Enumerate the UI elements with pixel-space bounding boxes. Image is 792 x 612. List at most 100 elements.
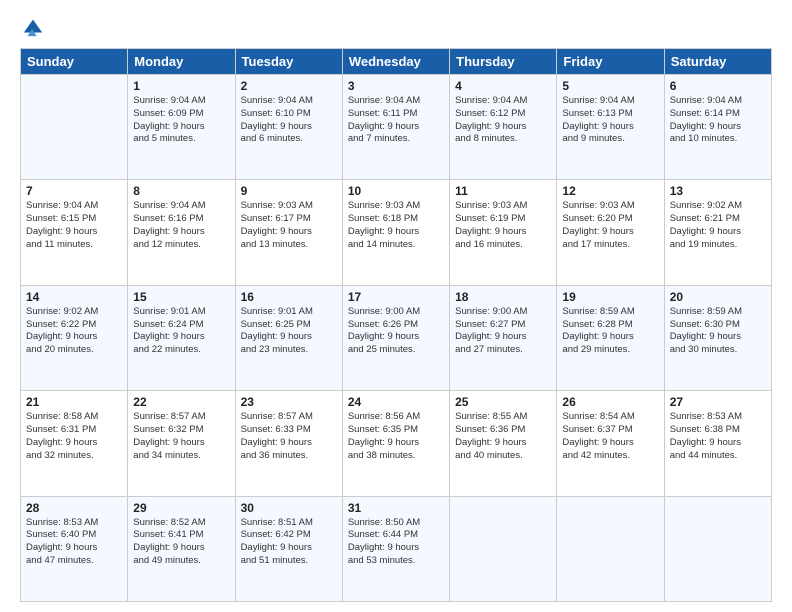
cell-info-line: Sunrise: 9:04 AM bbox=[455, 95, 551, 108]
cell-info-line: Sunset: 6:20 PM bbox=[562, 213, 658, 226]
cell-info-line: and 7 minutes. bbox=[348, 133, 444, 146]
calendar-cell: 26 Sunrise: 8:54 AMSunset: 6:37 PMDayligh… bbox=[557, 391, 664, 496]
cell-info: Sunrise: 9:01 AMSunset: 6:25 PMDaylight:… bbox=[241, 306, 337, 357]
cell-info: Sunrise: 9:03 AMSunset: 6:19 PMDaylight:… bbox=[455, 200, 551, 251]
col-header-friday: Friday bbox=[557, 49, 664, 75]
cell-info-line: Daylight: 9 hours bbox=[455, 121, 551, 134]
cell-info-line: and 6 minutes. bbox=[241, 133, 337, 146]
cell-info: Sunrise: 8:58 AMSunset: 6:31 PMDaylight:… bbox=[26, 411, 122, 462]
day-number: 18 bbox=[455, 290, 551, 304]
cell-info-line: Daylight: 9 hours bbox=[133, 542, 229, 555]
calendar-week-row: 1Sunrise: 9:04 AMSunset: 6:09 PMDaylight… bbox=[21, 75, 772, 180]
cell-info-line: and 34 minutes. bbox=[133, 450, 229, 463]
day-number: 6 bbox=[670, 79, 766, 93]
cell-info-line: Daylight: 9 hours bbox=[133, 331, 229, 344]
col-header-saturday: Saturday bbox=[664, 49, 771, 75]
calendar-cell: 8Sunrise: 9:04 AMSunset: 6:16 PMDaylight… bbox=[128, 180, 235, 285]
cell-info-line: Daylight: 9 hours bbox=[348, 226, 444, 239]
day-number: 26 bbox=[562, 395, 658, 409]
cell-info-line: Daylight: 9 hours bbox=[348, 331, 444, 344]
calendar-cell bbox=[664, 496, 771, 601]
day-number: 30 bbox=[241, 501, 337, 515]
calendar-cell: 6 Sunrise: 9:04 AMSunset: 6:14 PMDaylight… bbox=[664, 75, 771, 180]
cell-info-line: Daylight: 9 hours bbox=[348, 437, 444, 450]
day-number: 5 bbox=[562, 79, 658, 93]
cell-info-line: Sunrise: 8:59 AM bbox=[562, 306, 658, 319]
cell-info-line: Sunrise: 8:53 AM bbox=[670, 411, 766, 424]
cell-info-line: Sunset: 6:21 PM bbox=[670, 213, 766, 226]
cell-info-line: and 51 minutes. bbox=[241, 555, 337, 568]
cell-info-line: and 42 minutes. bbox=[562, 450, 658, 463]
cell-info-line: Sunrise: 8:55 AM bbox=[455, 411, 551, 424]
cell-info: Sunrise: 9:03 AMSunset: 6:17 PMDaylight:… bbox=[241, 200, 337, 251]
cell-info-line: and 19 minutes. bbox=[670, 239, 766, 252]
calendar-week-row: 21Sunrise: 8:58 AMSunset: 6:31 PMDayligh… bbox=[21, 391, 772, 496]
cell-info-line: Sunrise: 8:57 AM bbox=[241, 411, 337, 424]
cell-info-line: Sunset: 6:10 PM bbox=[241, 108, 337, 121]
cell-info-line: Sunrise: 8:50 AM bbox=[348, 517, 444, 530]
cell-info-line: Sunset: 6:19 PM bbox=[455, 213, 551, 226]
cell-info-line: and 49 minutes. bbox=[133, 555, 229, 568]
cell-info: Sunrise: 8:53 AMSunset: 6:40 PMDaylight:… bbox=[26, 517, 122, 568]
day-number: 13 bbox=[670, 184, 766, 198]
cell-info-line: and 16 minutes. bbox=[455, 239, 551, 252]
cell-info-line: and 8 minutes. bbox=[455, 133, 551, 146]
calendar-cell: 9Sunrise: 9:03 AMSunset: 6:17 PMDaylight… bbox=[235, 180, 342, 285]
cell-info: Sunrise: 9:00 AMSunset: 6:26 PMDaylight:… bbox=[348, 306, 444, 357]
calendar-cell: 24Sunrise: 8:56 AMSunset: 6:35 PMDayligh… bbox=[342, 391, 449, 496]
cell-info-line: and 40 minutes. bbox=[455, 450, 551, 463]
cell-info-line: and 29 minutes. bbox=[562, 344, 658, 357]
cell-info-line: Daylight: 9 hours bbox=[455, 226, 551, 239]
calendar-cell: 15Sunrise: 9:01 AMSunset: 6:24 PMDayligh… bbox=[128, 285, 235, 390]
day-number: 22 bbox=[133, 395, 229, 409]
cell-info-line: Sunset: 6:44 PM bbox=[348, 529, 444, 542]
cell-info: Sunrise: 9:04 AMSunset: 6:14 PMDaylight:… bbox=[670, 95, 766, 146]
cell-info: Sunrise: 8:54 AMSunset: 6:37 PMDaylight:… bbox=[562, 411, 658, 462]
day-number: 29 bbox=[133, 501, 229, 515]
cell-info: Sunrise: 9:04 AMSunset: 6:15 PMDaylight:… bbox=[26, 200, 122, 251]
cell-info-line: Sunset: 6:18 PM bbox=[348, 213, 444, 226]
day-number: 11 bbox=[455, 184, 551, 198]
cell-info-line: Sunrise: 9:00 AM bbox=[348, 306, 444, 319]
cell-info-line: and 13 minutes. bbox=[241, 239, 337, 252]
calendar-cell: 23Sunrise: 8:57 AMSunset: 6:33 PMDayligh… bbox=[235, 391, 342, 496]
cell-info-line: Daylight: 9 hours bbox=[133, 437, 229, 450]
cell-info-line: and 38 minutes. bbox=[348, 450, 444, 463]
day-number: 14 bbox=[26, 290, 122, 304]
cell-info-line: and 27 minutes. bbox=[455, 344, 551, 357]
cell-info-line: Sunset: 6:25 PM bbox=[241, 319, 337, 332]
cell-info: Sunrise: 9:04 AMSunset: 6:13 PMDaylight:… bbox=[562, 95, 658, 146]
cell-info-line: Sunset: 6:15 PM bbox=[26, 213, 122, 226]
cell-info: Sunrise: 8:52 AMSunset: 6:41 PMDaylight:… bbox=[133, 517, 229, 568]
cell-info: Sunrise: 9:02 AMSunset: 6:21 PMDaylight:… bbox=[670, 200, 766, 251]
cell-info-line: and 17 minutes. bbox=[562, 239, 658, 252]
cell-info: Sunrise: 9:04 AMSunset: 6:10 PMDaylight:… bbox=[241, 95, 337, 146]
calendar-cell: 20Sunrise: 8:59 AMSunset: 6:30 PMDayligh… bbox=[664, 285, 771, 390]
calendar-cell: 19Sunrise: 8:59 AMSunset: 6:28 PMDayligh… bbox=[557, 285, 664, 390]
cell-info-line: Sunset: 6:24 PM bbox=[133, 319, 229, 332]
cell-info-line: and 36 minutes. bbox=[241, 450, 337, 463]
logo bbox=[20, 16, 44, 38]
calendar-cell: 11 Sunrise: 9:03 AMSunset: 6:19 PMDayligh… bbox=[450, 180, 557, 285]
col-header-tuesday: Tuesday bbox=[235, 49, 342, 75]
calendar-cell: 21Sunrise: 8:58 AMSunset: 6:31 PMDayligh… bbox=[21, 391, 128, 496]
cell-info: Sunrise: 9:00 AMSunset: 6:27 PMDaylight:… bbox=[455, 306, 551, 357]
cell-info-line: Sunrise: 9:04 AM bbox=[562, 95, 658, 108]
calendar-week-row: 7Sunrise: 9:04 AMSunset: 6:15 PMDaylight… bbox=[21, 180, 772, 285]
cell-info-line: and 10 minutes. bbox=[670, 133, 766, 146]
calendar-cell: 3Sunrise: 9:04 AMSunset: 6:11 PMDaylight… bbox=[342, 75, 449, 180]
cell-info: Sunrise: 8:56 AMSunset: 6:35 PMDaylight:… bbox=[348, 411, 444, 462]
cell-info-line: Daylight: 9 hours bbox=[26, 542, 122, 555]
cell-info-line: Sunset: 6:09 PM bbox=[133, 108, 229, 121]
page: SundayMondayTuesdayWednesdayThursdayFrid… bbox=[0, 0, 792, 612]
day-number: 12 bbox=[562, 184, 658, 198]
cell-info-line: Sunrise: 9:01 AM bbox=[133, 306, 229, 319]
cell-info-line: Sunset: 6:31 PM bbox=[26, 424, 122, 437]
cell-info-line: Daylight: 9 hours bbox=[670, 331, 766, 344]
day-number: 3 bbox=[348, 79, 444, 93]
calendar-cell: 7Sunrise: 9:04 AMSunset: 6:15 PMDaylight… bbox=[21, 180, 128, 285]
cell-info-line: Sunset: 6:40 PM bbox=[26, 529, 122, 542]
cell-info-line: Sunset: 6:28 PM bbox=[562, 319, 658, 332]
calendar-header-row: SundayMondayTuesdayWednesdayThursdayFrid… bbox=[21, 49, 772, 75]
cell-info-line: and 12 minutes. bbox=[133, 239, 229, 252]
